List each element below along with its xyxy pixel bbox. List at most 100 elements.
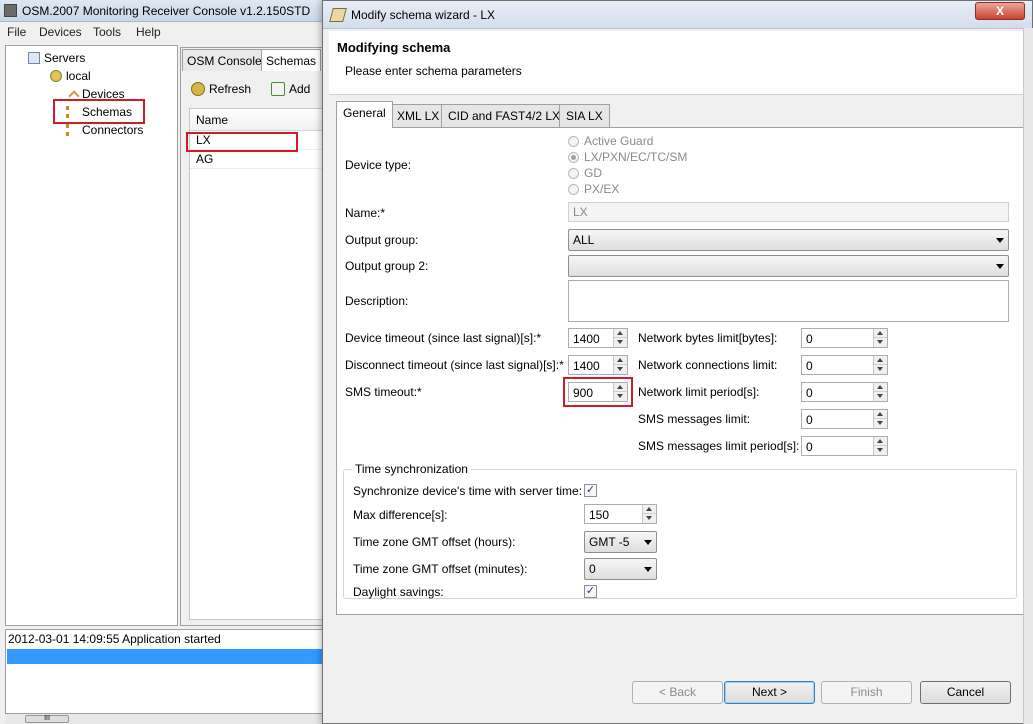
server-tree: Servers local Devices Schemas Connectors xyxy=(5,45,178,626)
tree-item-connectors[interactable]: Connectors xyxy=(66,123,143,137)
general-tab-panel: Device type: Active Guard LX/PXN/EC/TC/S… xyxy=(336,127,1024,615)
add-icon xyxy=(271,82,285,96)
sms-messages-label: SMS messages limit: xyxy=(638,412,751,426)
sms-period-stepper[interactable]: 0 xyxy=(801,436,888,456)
spin-down-icon[interactable] xyxy=(874,365,887,374)
device-timeout-stepper[interactable]: 1400 xyxy=(568,328,628,348)
radio-gd[interactable] xyxy=(568,168,579,179)
output-group2-select[interactable] xyxy=(568,255,1009,277)
lx-row-highlight-box xyxy=(186,132,298,152)
spin-down-icon[interactable] xyxy=(874,392,887,401)
tab-schemas[interactable]: Schemas xyxy=(261,49,322,71)
output-group-select[interactable]: ALL xyxy=(568,229,1009,251)
cancel-button[interactable]: Cancel xyxy=(920,681,1011,704)
back-button[interactable]: < Back xyxy=(632,681,723,704)
menu-devices[interactable]: Devices xyxy=(39,25,82,39)
spin-up-icon[interactable] xyxy=(874,437,887,446)
column-header-name[interactable]: Name xyxy=(190,109,328,131)
radio-active-guard[interactable] xyxy=(568,136,579,147)
tab-general[interactable]: General xyxy=(336,101,393,128)
network-connections-label: Network connections limit: xyxy=(638,358,778,372)
next-button[interactable]: Next > xyxy=(724,681,815,704)
connectors-icon xyxy=(66,124,78,136)
spin-down-icon[interactable] xyxy=(643,514,656,523)
output-group2-label: Output group 2: xyxy=(345,259,429,273)
log-entry: 2012-03-01 14:09:55 Application started xyxy=(8,632,221,646)
menu-file[interactable]: File xyxy=(7,25,26,39)
schemas-toolbar: Refresh Add xyxy=(183,74,329,106)
network-period-stepper[interactable]: 0 xyxy=(801,382,888,402)
time-sync-group: Time synchronization Synchronize device'… xyxy=(343,462,1017,599)
output-group-label: Output group: xyxy=(345,233,419,247)
tab-osm-console[interactable]: OSM Console xyxy=(182,49,267,71)
dialog-title: Modify schema wizard - LX xyxy=(351,8,496,22)
tab-cid-fast[interactable]: CID and FAST4/2 LX xyxy=(441,104,568,127)
sms-timeout-highlight-box xyxy=(563,377,633,407)
name-field[interactable]: LX xyxy=(568,202,1009,222)
spin-down-icon[interactable] xyxy=(614,338,627,347)
device-type-label: Device type: xyxy=(345,158,412,172)
wizard-header: Modifying schema Please enter schema par… xyxy=(329,31,1025,95)
network-bytes-label: Network bytes limit[bytes]: xyxy=(638,331,778,345)
refresh-button[interactable]: Refresh xyxy=(191,82,251,96)
spin-up-icon[interactable] xyxy=(874,410,887,419)
tz-minutes-select[interactable]: 0 xyxy=(584,558,657,580)
modify-schema-dialog: Modify schema wizard - LX X Modifying sc… xyxy=(322,0,1033,724)
spin-up-icon[interactable] xyxy=(614,329,627,338)
radio-label-active-guard: Active Guard xyxy=(584,134,654,148)
spin-up-icon[interactable] xyxy=(614,356,627,365)
schemas-table: Name LX AG xyxy=(189,108,329,620)
log-panel: 2012-03-01 14:09:55 Application started xyxy=(5,629,330,714)
wizard-heading: Modifying schema xyxy=(337,40,451,55)
refresh-icon xyxy=(191,82,205,96)
radio-px-ex[interactable] xyxy=(568,184,579,195)
radio-label-gd: GD xyxy=(584,166,602,180)
tree-item-local[interactable]: local xyxy=(50,69,91,83)
spin-up-icon[interactable] xyxy=(874,329,887,338)
spin-up-icon[interactable] xyxy=(874,383,887,392)
horizontal-scrollbar[interactable]: III xyxy=(5,714,330,724)
log-selection-row[interactable] xyxy=(7,649,329,664)
table-row[interactable]: AG xyxy=(190,150,328,169)
disconnect-timeout-label: Disconnect timeout (since last signal)[s… xyxy=(345,358,564,372)
tree-item-servers[interactable]: Servers xyxy=(28,51,85,65)
sms-period-label: SMS messages limit period[s]: xyxy=(638,439,800,453)
spin-up-icon[interactable] xyxy=(874,356,887,365)
name-label: Name:* xyxy=(345,206,386,220)
close-button[interactable]: X xyxy=(975,2,1025,20)
add-button[interactable]: Add xyxy=(271,82,310,96)
schemas-highlight-box xyxy=(53,99,145,124)
network-bytes-stepper[interactable]: 0 xyxy=(801,328,888,348)
spin-down-icon[interactable] xyxy=(874,446,887,455)
menu-tools[interactable]: Tools xyxy=(93,25,121,39)
time-sync-legend: Time synchronization xyxy=(352,462,471,476)
network-connections-stepper[interactable]: 0 xyxy=(801,355,888,375)
scrollbar-thumb[interactable]: III xyxy=(25,715,69,723)
sync-time-checkbox[interactable]: ✓ xyxy=(584,484,597,497)
finish-button[interactable]: Finish xyxy=(821,681,912,704)
tz-hours-select[interactable]: GMT -5 xyxy=(584,531,657,553)
sms-messages-stepper[interactable]: 0 xyxy=(801,409,888,429)
app-icon xyxy=(4,4,17,17)
server-icon xyxy=(50,70,62,82)
spin-down-icon[interactable] xyxy=(874,419,887,428)
daylight-savings-checkbox[interactable]: ✓ xyxy=(584,585,597,598)
radio-lx-pxn[interactable] xyxy=(568,152,579,163)
spin-down-icon[interactable] xyxy=(874,338,887,347)
chevron-down-icon xyxy=(644,540,652,545)
tab-sia-lx[interactable]: SIA LX xyxy=(559,104,610,127)
disconnect-timeout-stepper[interactable]: 1400 xyxy=(568,355,628,375)
menu-help[interactable]: Help xyxy=(136,25,161,39)
tz-minutes-label: Time zone GMT offset (minutes): xyxy=(353,562,528,576)
max-diff-stepper[interactable]: 150 xyxy=(584,504,657,524)
description-field[interactable] xyxy=(568,280,1009,322)
spin-up-icon[interactable] xyxy=(643,505,656,514)
tab-xml-lx[interactable]: XML LX xyxy=(390,104,447,127)
chevron-down-icon xyxy=(996,238,1004,243)
spin-down-icon[interactable] xyxy=(614,365,627,374)
wizard-icon xyxy=(329,8,347,22)
main-window-title: OSM.2007 Monitoring Receiver Console v1.… xyxy=(22,4,311,18)
max-diff-label: Max difference[s]: xyxy=(353,508,448,522)
network-period-label: Network limit period[s]: xyxy=(638,385,760,399)
chevron-down-icon xyxy=(644,567,652,572)
